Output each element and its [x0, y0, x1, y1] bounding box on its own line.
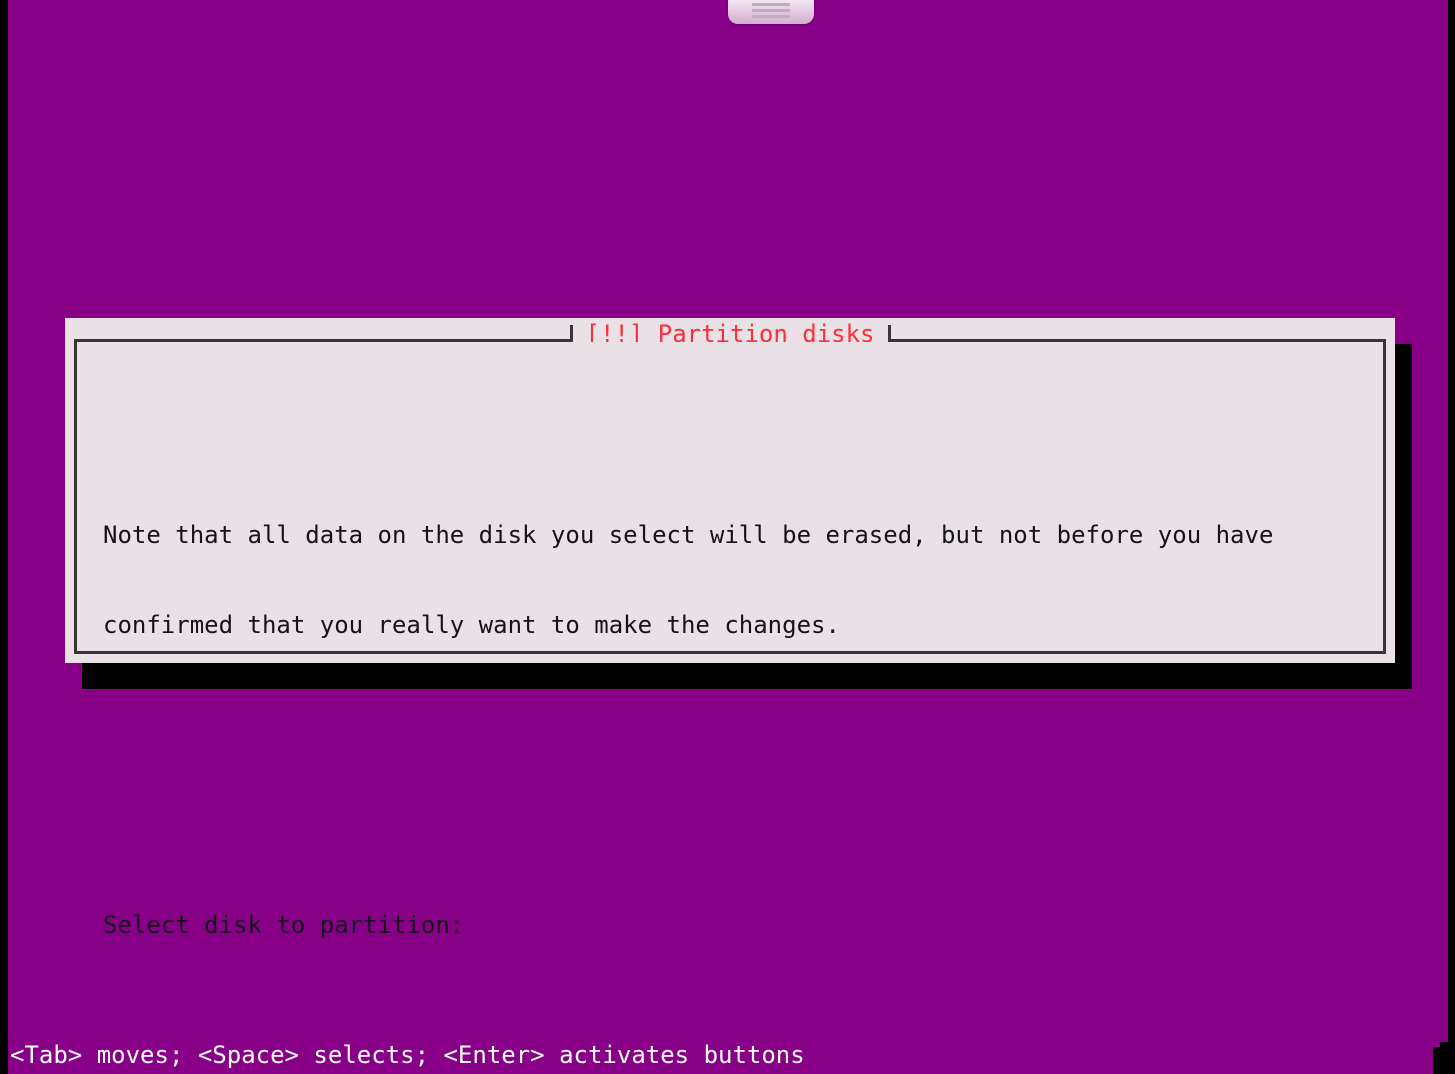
warning-line-2: confirmed that you really want to make t… — [103, 611, 840, 639]
warning-line-1: Note that all data on the disk you selec… — [103, 521, 1274, 549]
partition-disks-dialog: [!!] Partition disks Note that all data … — [65, 318, 1395, 939]
installer-screen: [!!] Partition disks Note that all data … — [0, 0, 1455, 1074]
status-bar: <Tab> moves; <Space> selects; <Enter> ac… — [8, 1036, 1440, 1074]
screen-right-edge — [1448, 0, 1455, 1074]
menu-bar-3 — [752, 9, 790, 12]
status-bar-text: <Tab> moves; <Space> selects; <Enter> ac… — [10, 1041, 805, 1069]
top-menu-tab[interactable] — [728, 0, 814, 24]
dialog-content: Note that all data on the disk you selec… — [77, 342, 1383, 939]
select-disk-prompt: Select disk to partition: — [103, 911, 465, 939]
warning-paragraph: Note that all data on the disk you selec… — [103, 460, 1357, 700]
hamburger-menu-icon — [752, 0, 790, 18]
menu-bar-4 — [752, 15, 790, 18]
dialog-body: Note that all data on the disk you selec… — [74, 342, 1386, 939]
content-spacer-1 — [103, 790, 1357, 820]
menu-bar-2 — [752, 3, 790, 6]
screen-left-edge — [0, 0, 8, 1074]
